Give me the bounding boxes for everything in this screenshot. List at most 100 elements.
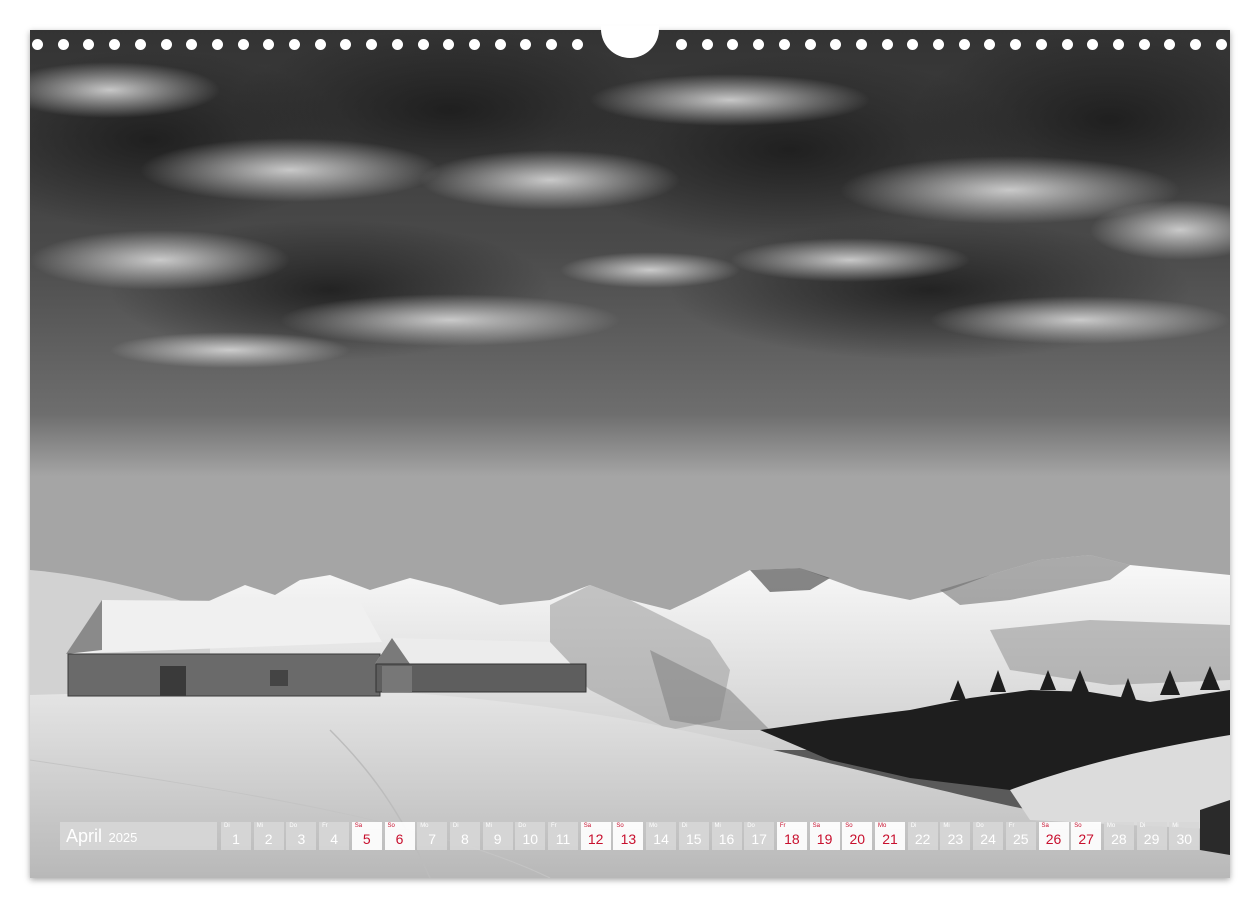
day-number: 7 (428, 831, 437, 847)
weekday-abbr: Do (747, 823, 755, 829)
weekday-abbr: Di (681, 823, 688, 829)
weekday-abbr: So (387, 823, 395, 829)
day-cell: Sa 12 (580, 822, 611, 850)
weekday-abbr: Fr (779, 823, 786, 829)
day-number: 12 (587, 831, 604, 847)
binding-hole-icon (753, 39, 765, 50)
weekday-abbr: Sa (354, 823, 363, 829)
day-number: 15 (686, 831, 702, 847)
binding-hole-icon (676, 39, 687, 50)
day-cell: Mi 2 (253, 822, 284, 850)
weekday-abbr: Do (976, 823, 984, 829)
day-cell: Fr 18 (776, 822, 807, 850)
day-cell: Mi 30 (1169, 822, 1200, 850)
month-name: April (66, 826, 103, 846)
day-cell: Di 8 (449, 822, 480, 850)
day-cell: Fr 25 (1005, 822, 1036, 850)
binding-hole-icon (186, 39, 198, 50)
binding-hole-icon (907, 39, 919, 50)
day-cell: Mo 28 (1103, 822, 1134, 850)
weekday-abbr: Di (452, 823, 459, 829)
day-cell: Sa 5 (351, 822, 382, 850)
weekday-abbr: Di (1139, 823, 1146, 829)
day-number: 13 (620, 831, 637, 847)
weekday-abbr: Sa (812, 823, 820, 829)
binding-hole-icon (468, 39, 480, 50)
binding-hole-icon (804, 39, 816, 50)
weekday-abbr: So (845, 823, 853, 829)
day-cell: Do 3 (286, 822, 317, 850)
binding-hole-icon (237, 39, 249, 50)
weekday-abbr: Mi (714, 823, 721, 829)
hanger-notch-icon (601, 26, 659, 58)
day-cell: Mo 21 (875, 822, 905, 850)
weekday-abbr: Mi (943, 823, 950, 829)
weekday-abbr: Do (518, 823, 526, 829)
day-cell: Mo 7 (417, 822, 448, 850)
day-number: 5 (362, 831, 371, 847)
day-cell: Di 22 (907, 822, 938, 850)
weekday-abbr: Di (910, 823, 917, 829)
binding-hole-icon (1138, 39, 1150, 50)
day-cell: Fr 4 (319, 822, 350, 850)
landscape-photo (30, 30, 1230, 878)
day-cell: Di 1 (221, 822, 251, 850)
day-number: 3 (297, 831, 306, 847)
weekday-abbr: Fr (322, 823, 328, 829)
day-cell: Mo 14 (646, 822, 677, 850)
binding-hole-icon (881, 39, 893, 50)
weekday-abbr: Mo (878, 823, 887, 829)
day-number: 4 (330, 831, 338, 847)
day-cell: Do 24 (973, 822, 1004, 850)
weekday-abbr: Di (224, 823, 230, 829)
weekday-abbr: Fr (1008, 823, 1015, 829)
day-number: 8 (460, 831, 469, 847)
day-number: 30 (1176, 831, 1193, 847)
calendar-strip: April 2025 Di 1 Mi 2 Do 3 Fr 4 Sa 5 So 6 Mo 7 Di 8 Mi 9 Do… (60, 822, 1202, 850)
day-number: 19 (816, 831, 833, 847)
binding-hole-icon (855, 39, 867, 50)
day-number: 18 (784, 831, 800, 847)
day-number: 14 (653, 831, 669, 847)
landscape-illustration (30, 30, 1230, 878)
day-number: 10 (522, 831, 539, 847)
weekday-abbr: Mo (1106, 823, 1116, 829)
spiral-binding (30, 26, 1230, 60)
weekday-abbr: Mo (649, 823, 658, 829)
binding-hole-icon (211, 39, 223, 50)
binding-hole-icon (933, 39, 944, 50)
binding-hole-icon (571, 39, 583, 50)
month-label-cell: April 2025 (60, 822, 217, 850)
day-number: 16 (718, 831, 735, 847)
binding-hole-icon (314, 39, 326, 50)
binding-hole-icon (727, 39, 739, 50)
day-cell: Sa 19 (809, 822, 840, 850)
day-cell: So 20 (842, 822, 873, 850)
binding-hole-icon (57, 39, 69, 50)
binding-hole-icon (546, 39, 557, 50)
binding-hole-icon (1215, 39, 1227, 50)
weekday-abbr: Mi (1172, 823, 1179, 829)
binding-hole-icon (984, 39, 996, 50)
day-cell: So 6 (384, 822, 415, 850)
binding-hole-icon (263, 39, 275, 50)
day-number: 29 (1143, 831, 1160, 847)
month-year: 2025 (108, 830, 138, 845)
day-cell: Fr 11 (548, 822, 578, 850)
binding-hole-icon (1035, 39, 1047, 50)
binding-hole-icon (289, 39, 300, 50)
binding-hole-icon (340, 39, 352, 50)
day-cell: Mi 23 (940, 822, 971, 850)
day-cell: Do 10 (515, 822, 546, 850)
weekday-abbr: Mo (420, 823, 429, 829)
binding-hole-icon (32, 39, 43, 50)
day-number: 22 (914, 831, 931, 847)
day-cell: Mi 9 (482, 822, 513, 850)
weekday-abbr: So (616, 823, 624, 829)
binding-hole-icon (160, 39, 172, 50)
weekday-abbr: Mi (485, 823, 492, 829)
binding-hole-icon (1190, 39, 1201, 50)
day-cell: Di 15 (678, 822, 709, 850)
day-number: 1 (232, 831, 240, 847)
binding-hole-icon (701, 39, 713, 50)
